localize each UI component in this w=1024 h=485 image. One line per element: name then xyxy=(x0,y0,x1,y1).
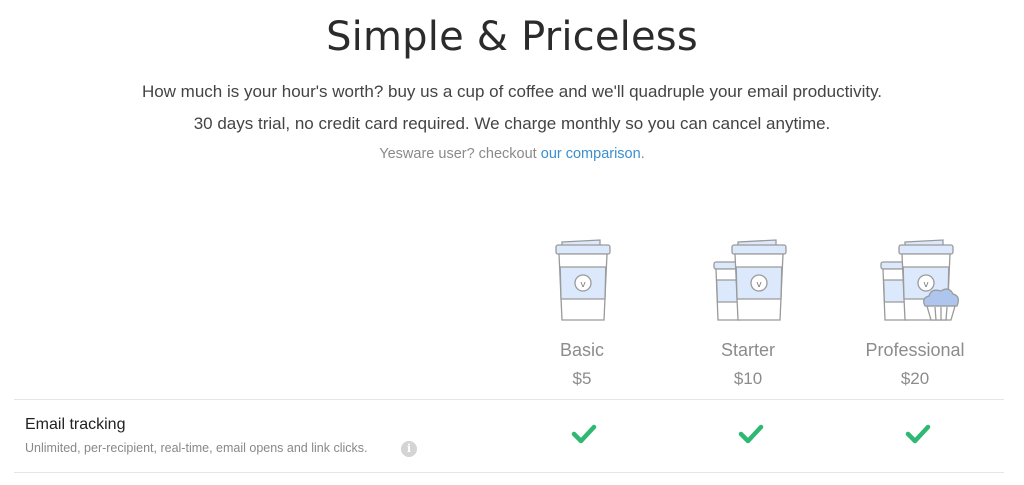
check-icon xyxy=(905,424,931,444)
plan-professional: v Professional $20 xyxy=(855,236,975,389)
comparison-link[interactable]: our comparison xyxy=(541,146,641,162)
table-divider-bottom xyxy=(14,472,1004,473)
plan-basic-name: Basic xyxy=(559,340,604,360)
feature-description: Unlimited, per-recipient, real-time, ema… xyxy=(25,441,368,455)
yesware-suffix: . xyxy=(640,146,645,162)
plan-professional-name: Professional xyxy=(865,340,965,360)
plan-basic-price: $5 xyxy=(572,369,592,388)
plan-starter-name: Starter xyxy=(720,340,776,360)
svg-text:v: v xyxy=(923,280,929,290)
yesware-note: Yesware user? checkout our comparison. xyxy=(0,146,1024,162)
two-coffee-cups-and-muffin-icon: v xyxy=(855,236,975,326)
page-title: Simple & Priceless xyxy=(326,14,698,60)
tagline-line-2: 30 days trial, no credit card required. … xyxy=(193,114,831,133)
check-icon xyxy=(571,424,597,444)
plan-basic: v Basic $5 xyxy=(522,236,642,389)
yesware-prefix: Yesware user? checkout xyxy=(379,146,541,162)
table-divider-top xyxy=(14,399,1004,400)
info-icon[interactable]: i xyxy=(401,441,417,457)
plan-professional-price: $20 xyxy=(900,369,930,388)
svg-text:v: v xyxy=(580,280,586,290)
single-coffee-cup-icon: v xyxy=(522,236,642,326)
tagline-line-1: How much is your hour's worth? buy us a … xyxy=(141,82,883,101)
plan-starter-price: $10 xyxy=(733,369,763,388)
two-coffee-cups-icon: v xyxy=(688,236,808,326)
svg-text:v: v xyxy=(756,280,762,290)
plan-starter: v Starter $10 xyxy=(688,236,808,389)
check-icon xyxy=(738,424,764,444)
feature-title: Email tracking xyxy=(25,416,126,433)
